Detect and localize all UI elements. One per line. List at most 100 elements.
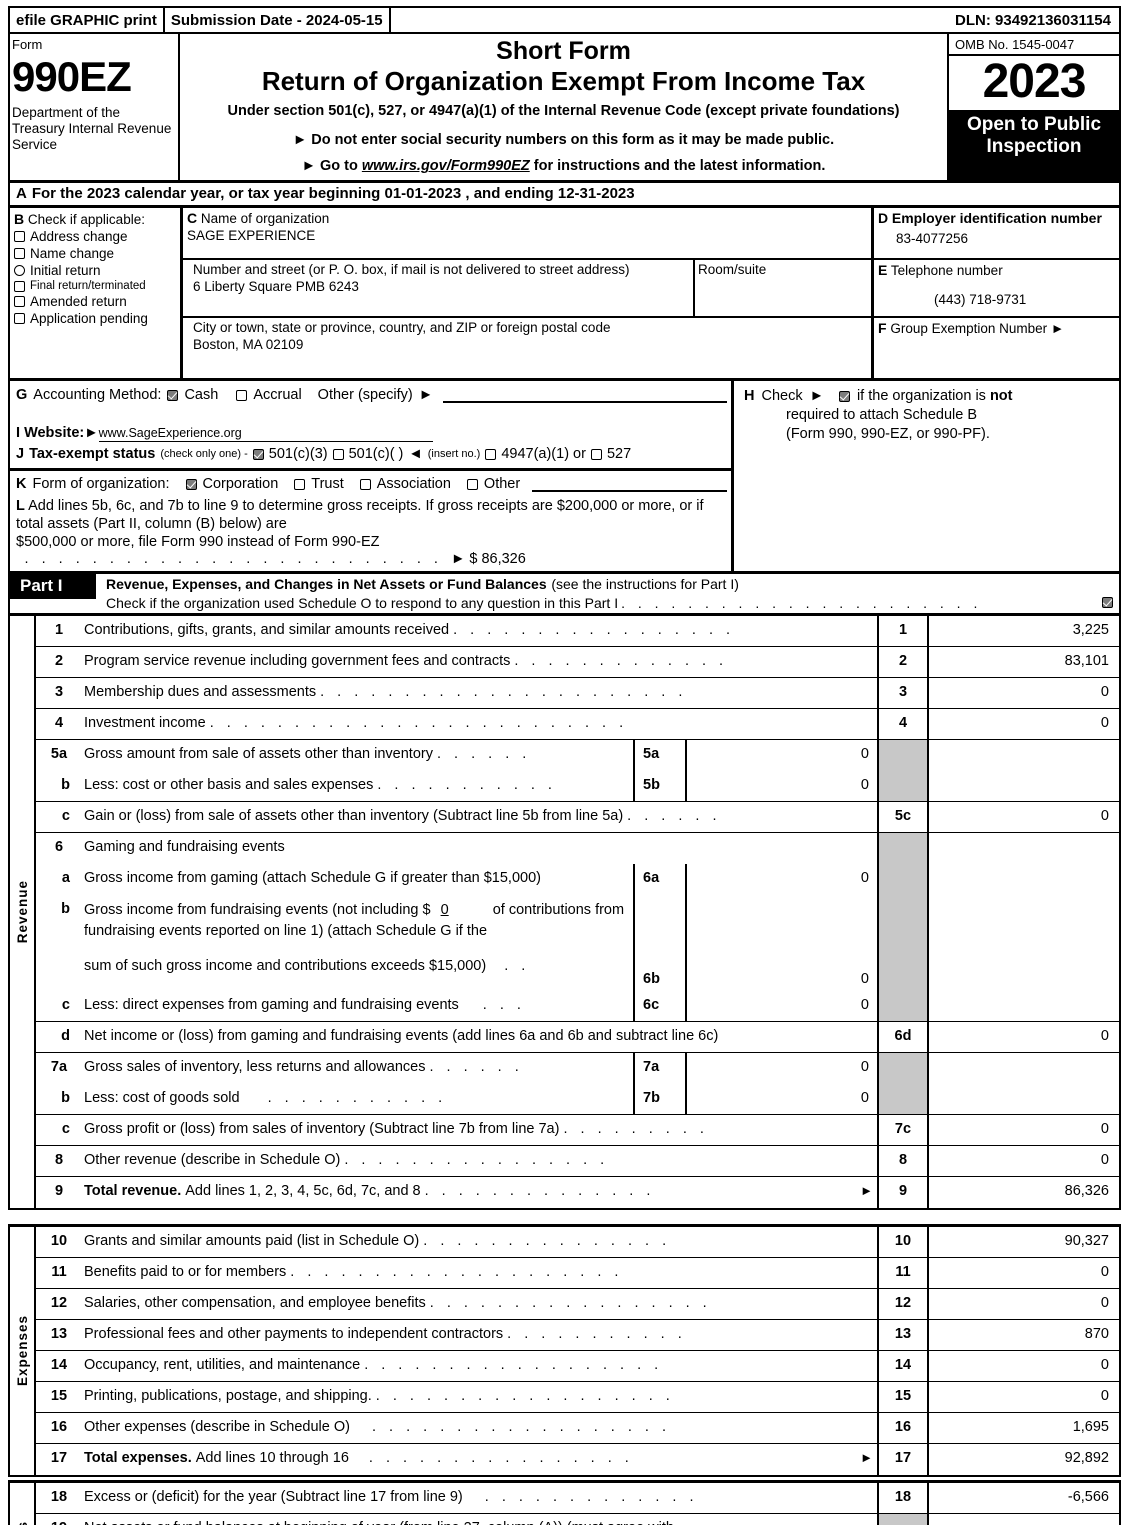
- table-row: 14 Occupancy, rent, utilities, and maint…: [36, 1350, 1119, 1382]
- line-number: 12: [50, 1294, 68, 1311]
- checkbox-icon[interactable]: [14, 231, 25, 243]
- checkbox-icon[interactable]: [14, 280, 25, 292]
- check-word: Check: [761, 388, 803, 405]
- insert-no-label: (insert no.): [427, 448, 481, 461]
- line-text: Less: cost of goods sold: [84, 1089, 240, 1106]
- line-number-box: 8: [877, 1145, 929, 1176]
- form-subtitle: Under section 501(c), 527, or 4947(a)(1)…: [227, 103, 900, 120]
- line-text: Occupancy, rent, utilities, and maintena…: [84, 1356, 361, 1373]
- line-text: Membership dues and assessments: [84, 683, 317, 700]
- line-number-box: [877, 863, 929, 895]
- checkbox-association-icon[interactable]: [359, 478, 371, 490]
- arrow-icon: ►: [292, 132, 308, 149]
- other-org-input[interactable]: [532, 477, 727, 492]
- table-row: b Less: cost or other basis and sales ex…: [36, 770, 1119, 802]
- revenue-side-label: Revenue: [10, 615, 36, 1208]
- sub-amount-cell: 5b 0: [633, 770, 877, 801]
- part-1-title: Revenue, Expenses, and Changes in Net As…: [106, 576, 547, 593]
- line-amount: 92,892: [1064, 1449, 1109, 1466]
- checkbox-trust-icon[interactable]: [294, 478, 306, 490]
- checkbox-527-icon[interactable]: [590, 448, 602, 460]
- checkbox-initial-return[interactable]: Initial return: [14, 263, 176, 278]
- arrow-icon: ►: [860, 1449, 873, 1465]
- table-row: c Gain or (loss) from sale of assets oth…: [36, 801, 1119, 833]
- checkbox-icon[interactable]: [14, 265, 25, 277]
- checkbox-label: Address change: [30, 229, 128, 245]
- section-i-letter: I: [16, 425, 21, 442]
- line-number-box: [877, 832, 929, 864]
- leader-dots: . . . . . . . . .: [563, 1120, 709, 1137]
- line-number-box: [877, 990, 929, 1021]
- section-k-form-of-organization: K Form of organization: Corporation Trus…: [16, 476, 727, 492]
- checkbox-name-change[interactable]: Name change: [14, 246, 176, 261]
- accounting-method-label: Accounting Method:: [33, 387, 162, 404]
- line-text: Add lines 10 through 16: [195, 1449, 349, 1466]
- arrow-icon: ►: [809, 388, 824, 405]
- telephone-value: (443) 718-9731: [934, 292, 1027, 308]
- line-number: 17: [50, 1449, 68, 1466]
- line-amount: 90,327: [1064, 1232, 1109, 1249]
- leader-dots: . . . . . . . . . . . . . . . . . . . . …: [320, 683, 687, 700]
- checkbox-corporation-icon[interactable]: [185, 478, 197, 490]
- form-title-block: Short Form Return of Organization Exempt…: [180, 34, 947, 180]
- checkbox-amended-return[interactable]: Amended return: [14, 294, 176, 309]
- line-text: Contributions, gifts, grants, and simila…: [84, 621, 450, 638]
- checkbox-schedule-o-icon[interactable]: [1102, 597, 1113, 609]
- table-row: d Net income or (loss) from gaming and f…: [36, 1021, 1119, 1053]
- leader-dots: . . . . . . . . . . . . . . . . .: [453, 621, 735, 638]
- omb-year-block: OMB No. 1545-0047 2023 Open to Public In…: [947, 34, 1119, 181]
- checkbox-accrual-icon[interactable]: [236, 389, 248, 401]
- line-amount: [929, 833, 1119, 864]
- checkbox-other-icon[interactable]: [466, 478, 478, 490]
- irs-form-link[interactable]: www.irs.gov/Form990EZ: [362, 158, 530, 174]
- cash-label: Cash: [184, 387, 219, 404]
- other-specify-input[interactable]: [443, 388, 727, 403]
- opt-527-label: 527: [606, 446, 632, 463]
- checkbox-501c-icon[interactable]: [332, 448, 344, 460]
- line-number-box: [877, 739, 929, 771]
- line-number-box: 9: [877, 1176, 929, 1208]
- checkbox-schedule-b-icon[interactable]: [838, 391, 850, 403]
- sub-line-number: 5a: [635, 739, 687, 771]
- table-row-total-revenue: 9 Total revenue. Add lines 1, 2, 3, 4, 5c…: [36, 1176, 1119, 1208]
- line-amount: 3,225: [1072, 621, 1109, 638]
- line-number-box: 5c: [877, 801, 929, 832]
- fundraising-contrib-value[interactable]: 0: [435, 902, 489, 918]
- leader-dots: . . . . . .: [436, 745, 531, 762]
- table-row: 2 Program service revenue including gove…: [36, 646, 1119, 678]
- line-text: Investment income: [84, 714, 206, 731]
- sub-amount-cell: 6a 0: [633, 863, 877, 895]
- checkbox-4947a1-icon[interactable]: [485, 448, 497, 460]
- table-row: a Gross income from gaming (attach Sched…: [36, 863, 1119, 895]
- checkbox-address-change[interactable]: Address change: [14, 229, 176, 244]
- checkbox-final-return[interactable]: Final return/terminated: [14, 280, 176, 292]
- leader-dots: . . . . . .: [429, 1058, 524, 1075]
- table-row: 3 Membership dues and assessments. . . .…: [36, 677, 1119, 709]
- table-row: 18 Excess or (deficit) for the year (Sub…: [36, 1482, 1119, 1514]
- street-value: 6 Liberty Square PMB 6243: [193, 278, 359, 294]
- line-amount: [929, 991, 1119, 1021]
- leader-dots: . . . . . . . . . . . . . . .: [423, 1232, 671, 1249]
- open-to-public-badge: Open to Public Inspection: [949, 110, 1119, 181]
- line-number-box: [877, 1513, 929, 1525]
- section-d-identifiers: D Employer identification number 83-4077…: [871, 208, 1119, 379]
- line-a-text: For the 2023 calendar year, or tax year …: [31, 185, 635, 203]
- line-text: Professional fees and other payments to …: [84, 1325, 504, 1342]
- line-text: Other revenue (describe in Schedule O): [84, 1151, 341, 1168]
- checkbox-application-pending[interactable]: Application pending: [14, 311, 176, 326]
- table-row-total-expenses: 17 Total expenses. Add lines 10 through 1…: [36, 1443, 1119, 1475]
- section-g-letter: G: [16, 387, 28, 404]
- checkbox-icon[interactable]: [14, 296, 25, 308]
- checkbox-cash-icon[interactable]: [167, 389, 179, 401]
- line-a-letter: A: [16, 185, 27, 203]
- website-value[interactable]: www.SageExperience.org: [98, 426, 433, 443]
- checkbox-icon[interactable]: [14, 313, 25, 325]
- checkbox-501c3-icon[interactable]: [252, 448, 264, 460]
- table-row: c Less: direct expenses from gaming and …: [36, 990, 1119, 1022]
- checkbox-icon[interactable]: [14, 248, 25, 260]
- line-number-box: 18: [877, 1482, 929, 1513]
- taxexempt-note: (check only one) -: [160, 448, 248, 461]
- line-text-bold: Total expenses.: [84, 1449, 192, 1466]
- line-number: 4: [54, 714, 64, 731]
- section-b-header: Check if applicable:: [27, 212, 145, 228]
